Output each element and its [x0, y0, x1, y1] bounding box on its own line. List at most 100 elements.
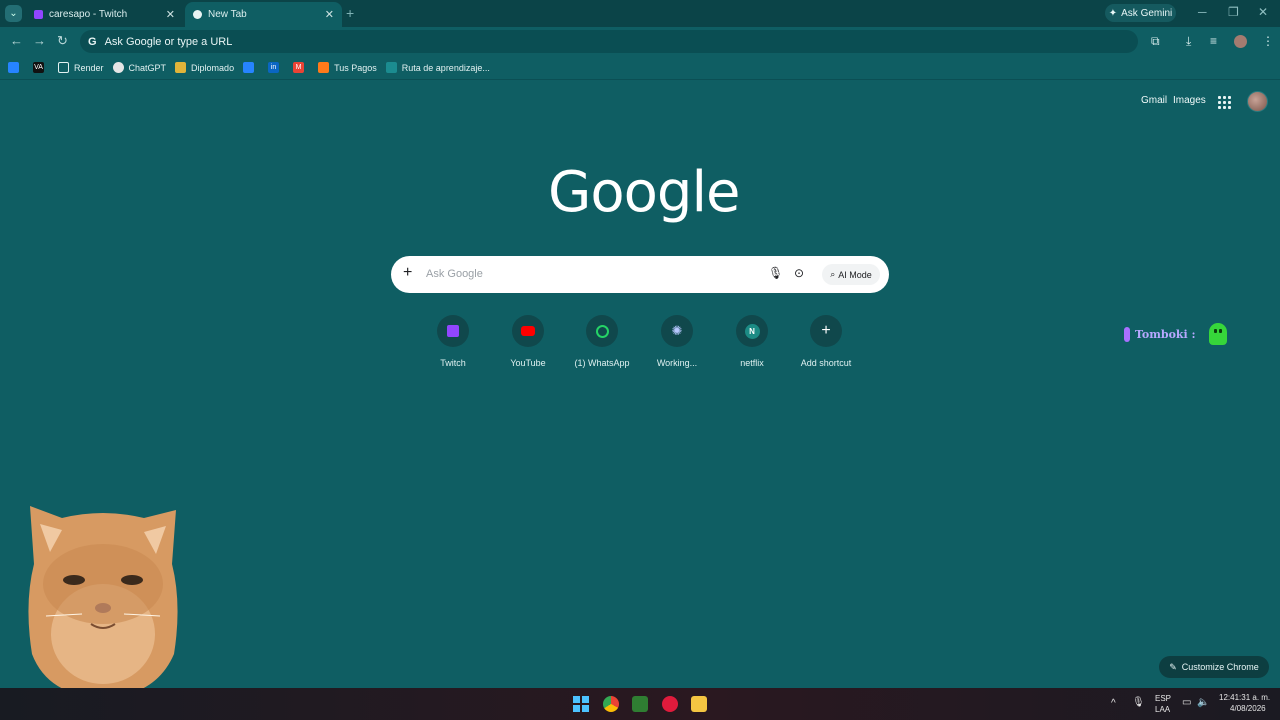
bookmark-gmail[interactable]: M: [293, 62, 309, 73]
bookmark-linkedin[interactable]: in: [268, 62, 284, 73]
microphone-tray-icon[interactable]: 🎙: [1132, 697, 1145, 708]
images-link[interactable]: Images: [1173, 95, 1206, 106]
bookmark-diplomado[interactable]: Diplomado: [175, 62, 234, 73]
clock-date[interactable]: 4/08/2026: [1230, 704, 1266, 713]
tab-search-button[interactable]: ⌄: [5, 5, 22, 22]
apps-grid-icon[interactable]: [1218, 96, 1231, 109]
network-icon[interactable]: ▭: [1182, 697, 1191, 708]
gear-icon: ✺: [661, 315, 693, 347]
keyboard-layout[interactable]: LAA: [1155, 705, 1170, 714]
volume-icon[interactable]: 🔈: [1197, 697, 1209, 708]
shortcut-label: Working...: [656, 358, 698, 368]
bookmarks-bar: VA Render ChatGPT Diplomado in M Tus Pag…: [0, 56, 1280, 80]
app-taskbar-icon[interactable]: [632, 696, 648, 712]
ask-gemini-label: Ask Gemini: [1121, 7, 1173, 19]
bookmark-va[interactable]: VA: [33, 62, 49, 73]
tab-title: New Tab: [208, 9, 247, 20]
bookmark-label: Tus Pagos: [334, 62, 377, 73]
va-icon: VA: [33, 62, 44, 73]
linkedin-icon: in: [268, 62, 280, 73]
file-explorer-icon[interactable]: [691, 696, 707, 712]
shortcut-whatsapp[interactable]: (1) WhatsApp: [565, 315, 639, 368]
shortcut-label: Add shortcut: [800, 358, 852, 368]
shortcut-twitch[interactable]: Twitch: [416, 315, 490, 368]
language-code[interactable]: ESP: [1155, 694, 1171, 703]
gmail-icon: M: [293, 62, 305, 73]
pill-icon: [1124, 326, 1130, 342]
route-icon: [385, 62, 397, 73]
shortcut-working[interactable]: ✺ Working...: [640, 315, 714, 368]
tomboki-label: Tomboki :: [1135, 327, 1196, 341]
chrome-taskbar-icon[interactable]: [603, 696, 619, 712]
close-icon[interactable]: ✕: [325, 8, 334, 21]
address-bar[interactable]: G Ask Google or type a URL: [80, 30, 1138, 53]
lens-icon[interactable]: ⊙: [794, 266, 804, 280]
tab-strip: ⌄ caresapo - Twitch ✕ New Tab ✕ + ✦ Ask …: [0, 0, 1280, 27]
reload-button[interactable]: ↻: [57, 33, 68, 49]
cat-sticker-image: [28, 506, 178, 698]
taskbar: ^ 🎙 ESP LAA ▭ 🔈 12:41:31 a. m. 4/08/2026: [0, 688, 1280, 720]
bookmark-tus-pagos[interactable]: Tus Pagos: [318, 62, 377, 73]
shortcut-label: Twitch: [440, 358, 466, 368]
forward-button[interactable]: →: [33, 33, 46, 48]
clock-time[interactable]: 12:41:31 a. m.: [1219, 693, 1270, 702]
close-window-button[interactable]: ✕: [1258, 5, 1268, 19]
gemini-icon: ✦: [1108, 7, 1118, 19]
tab-title: caresapo - Twitch: [49, 9, 128, 20]
extensions-icon[interactable]: ⧉: [1151, 34, 1160, 49]
bookmark-label: Diplomado: [191, 62, 235, 73]
plus-icon[interactable]: +: [403, 264, 412, 282]
google-logo: Google: [548, 160, 740, 225]
toolbar: ← → ↻ G Ask Google or type a URL ⧉ ⤓ ≡ ⋮: [0, 27, 1280, 56]
download-icon[interactable]: ⤓: [1186, 34, 1191, 49]
ai-mode-label: AI Mode: [838, 269, 872, 280]
app-red-taskbar-icon[interactable]: [662, 696, 678, 712]
menu-icon[interactable]: ⋮: [1262, 34, 1274, 48]
minimize-button[interactable]: ─: [1198, 5, 1207, 19]
ai-mode-button[interactable]: ⌕ AI Mode: [822, 264, 880, 285]
shortcut-label: netflix: [740, 358, 764, 368]
whatsapp-icon: [586, 315, 618, 347]
close-icon[interactable]: ✕: [166, 8, 175, 21]
search-input[interactable]: Ask Google: [426, 268, 483, 280]
chevron-up-icon[interactable]: ^: [1111, 698, 1116, 709]
shortcut-label: YouTube: [510, 358, 546, 368]
ghost-icon: [1208, 323, 1227, 345]
back-button[interactable]: ←: [10, 33, 23, 48]
shortcut-netflix[interactable]: N netflix: [715, 315, 789, 368]
bookmark-label: Render: [74, 62, 104, 73]
address-placeholder: Ask Google or type a URL: [104, 35, 233, 48]
google-icon: G: [88, 35, 97, 48]
pencil-icon: ✎: [1169, 661, 1177, 672]
bookmark-ruta[interactable]: Ruta de aprendizaje...: [385, 62, 490, 73]
payments-icon: [318, 62, 330, 73]
bookmark-render[interactable]: Render: [58, 62, 104, 73]
bookmark-jira-2[interactable]: [243, 62, 259, 73]
gmail-link[interactable]: Gmail: [1141, 95, 1167, 106]
restore-button[interactable]: ❐: [1228, 5, 1239, 19]
tab-new-tab[interactable]: New Tab ✕: [185, 2, 342, 27]
bookmark-jira[interactable]: [8, 62, 24, 73]
profile-picture[interactable]: [1247, 91, 1268, 112]
profile-avatar[interactable]: [1234, 35, 1247, 48]
chatgpt-icon: [112, 62, 124, 73]
search-box[interactable]: + Ask Google 🎙 ⊙ ⌕ AI Mode: [391, 256, 889, 293]
customize-chrome-button[interactable]: ✎ Customize Chrome: [1159, 656, 1269, 678]
folder-icon: [58, 62, 69, 73]
shortcut-youtube[interactable]: YouTube: [491, 315, 565, 368]
new-tab-button[interactable]: +: [346, 5, 354, 21]
twitch-icon: [34, 10, 43, 19]
tomboki-widget[interactable]: Tomboki :: [1124, 323, 1227, 345]
youtube-icon: [512, 315, 544, 347]
microphone-icon[interactable]: 🎙: [768, 266, 783, 280]
tab-twitch[interactable]: caresapo - Twitch ✕: [26, 2, 183, 27]
reading-list-icon[interactable]: ≡: [1210, 34, 1217, 48]
bookmark-chatgpt[interactable]: ChatGPT: [112, 62, 166, 73]
ask-gemini-button[interactable]: ✦ Ask Gemini: [1105, 4, 1176, 22]
customize-label: Customize Chrome: [1181, 662, 1259, 672]
windows-start-icon[interactable]: [573, 696, 589, 712]
plus-icon: +: [810, 315, 842, 347]
twitch-icon: [437, 315, 469, 347]
shortcut-add[interactable]: + Add shortcut: [789, 315, 863, 368]
netflix-icon: N: [736, 315, 768, 347]
